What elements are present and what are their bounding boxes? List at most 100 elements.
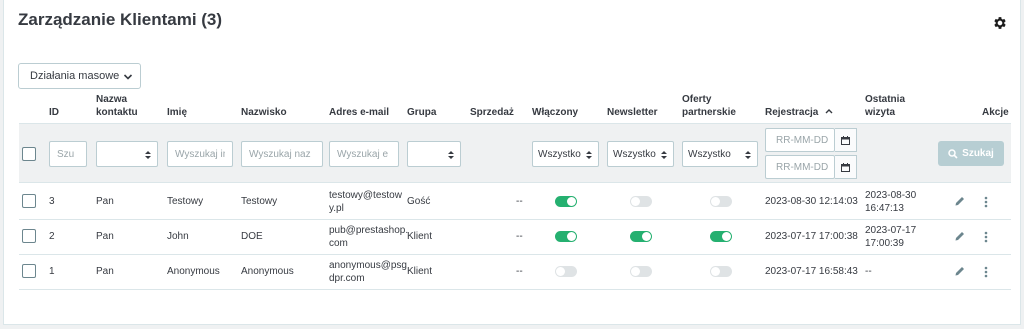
cell-email: testowy@testow y.pl — [329, 189, 402, 215]
filter-id-input[interactable] — [49, 141, 87, 167]
column-header-enabled[interactable]: Włączony — [532, 106, 578, 119]
column-header-group[interactable]: Grupa — [407, 106, 436, 119]
cell-last-visit-line1: -- — [865, 266, 872, 277]
newsletter-toggle[interactable] — [630, 231, 652, 242]
edit-icon[interactable] — [954, 229, 966, 247]
enabled-toggle[interactable] — [555, 196, 577, 207]
column-header-id[interactable]: ID — [49, 106, 59, 119]
filter-group-select[interactable] — [407, 141, 461, 167]
gear-icon[interactable] — [992, 15, 1008, 31]
calendar-from-button[interactable] — [835, 128, 857, 152]
edit-icon[interactable] — [954, 264, 966, 282]
filter-partner-offers-select[interactable]: Wszystko — [682, 141, 758, 167]
cell-first-name: Anonymous — [167, 266, 220, 277]
filter-email-input[interactable] — [329, 141, 399, 167]
enabled-toggle[interactable] — [555, 231, 577, 242]
cell-registration: 2023-08-30 12:14:03 — [765, 196, 858, 207]
cell-last-name: Testowy — [241, 196, 278, 207]
cell-registration: 2023-07-17 16:58:43 — [765, 266, 858, 277]
column-header-contact-name-line2: kontaktu — [96, 107, 138, 118]
cell-id: 3 — [49, 196, 55, 207]
column-header-contact-name-line1: Nazwa — [96, 94, 128, 105]
more-actions-icon[interactable] — [984, 195, 988, 213]
cell-first-name: Testowy — [167, 196, 204, 207]
filter-partner-offers-value: Wszystko — [688, 148, 731, 160]
filter-date-from-input[interactable]: RR-MM-DD — [765, 128, 835, 152]
cell-email-line1: anonymous@psg — [329, 260, 407, 271]
cell-email-line2: y.pl — [329, 203, 344, 214]
cell-id: 2 — [49, 231, 55, 242]
search-button-label: Szukaj — [962, 148, 994, 159]
newsletter-toggle[interactable] — [630, 196, 652, 207]
filter-enabled-value: Wszystko — [538, 148, 581, 160]
cell-group: Gość — [407, 196, 431, 207]
cell-group: Klient — [407, 266, 433, 277]
row-divider — [19, 219, 1011, 220]
filter-contact-name-select[interactable] — [96, 141, 158, 167]
select-all-checkbox[interactable] — [22, 147, 36, 161]
chevron-down-icon — [123, 74, 133, 80]
filter-date-to-input[interactable]: RR-MM-DD — [765, 155, 835, 179]
cell-last-name: DOE — [241, 231, 263, 242]
column-header-partner-offers[interactable]: Oferty partnerskie — [682, 93, 736, 119]
row-checkbox[interactable] — [22, 194, 36, 208]
search-button[interactable]: Szukaj — [938, 141, 1004, 166]
column-header-sales[interactable]: Sprzedaż — [470, 106, 514, 119]
calendar-to-button[interactable] — [835, 155, 857, 179]
cell-contact-name: Pan — [96, 231, 114, 242]
cell-email: anonymous@psg dpr.com — [329, 259, 407, 285]
cell-email-line1: pub@prestashop. — [329, 225, 409, 236]
partner-offers-toggle[interactable] — [710, 231, 732, 242]
column-header-last-visit-line2: wizyta — [865, 107, 896, 118]
cell-last-visit-line1: 2023-08-30 — [865, 190, 917, 201]
column-header-last-visit-line1: Ostatnia — [865, 94, 906, 105]
filter-newsletter-select[interactable]: Wszystko — [607, 141, 674, 167]
column-header-email[interactable]: Adres e-mail — [329, 106, 389, 119]
bulk-actions-label: Działania masowe — [30, 70, 120, 82]
cell-contact-name: Pan — [96, 196, 114, 207]
column-header-contact-name[interactable]: Nazwa kontaktu — [96, 93, 138, 119]
cell-last-visit-line2: 16:47:13 — [865, 203, 904, 214]
partner-offers-toggle[interactable] — [710, 196, 732, 207]
more-actions-icon[interactable] — [984, 265, 988, 283]
column-header-first-name[interactable]: Imię — [167, 106, 187, 119]
column-header-last-visit[interactable]: Ostatnia wizyta — [865, 93, 905, 119]
row-checkbox[interactable] — [22, 229, 36, 243]
filter-enabled-select[interactable]: Wszystko — [532, 141, 599, 167]
filter-first-name-input[interactable] — [167, 141, 233, 167]
column-header-partner-offers-line2: partnerskie — [682, 107, 736, 118]
bulk-actions-button[interactable]: Działania masowe — [18, 63, 141, 89]
row-checkbox[interactable] — [22, 264, 36, 278]
row-divider — [19, 254, 1011, 255]
select-arrows-icon — [448, 151, 454, 159]
column-header-last-name[interactable]: Nazwisko — [241, 106, 287, 119]
column-header-partner-offers-line1: Oferty — [682, 94, 712, 105]
select-arrows-icon — [745, 151, 751, 159]
column-header-registration-label: Rejestracja — [765, 107, 819, 118]
cell-email-line1: testowy@testow — [329, 190, 402, 201]
row-divider — [19, 289, 1011, 290]
partner-offers-toggle[interactable] — [710, 266, 732, 277]
calendar-icon — [841, 162, 850, 172]
cell-last-visit: 2023-07-17 17:00:39 — [865, 224, 916, 250]
cell-last-visit-line2: 17:00:39 — [865, 238, 904, 249]
cell-registration: 2023-07-17 17:00:38 — [765, 231, 858, 242]
page-title: Zarządzanie Klientami (3) — [18, 10, 223, 29]
column-header-registration[interactable]: Rejestracja — [765, 106, 833, 119]
edit-icon[interactable] — [954, 194, 966, 212]
newsletter-toggle[interactable] — [630, 266, 652, 277]
more-actions-icon[interactable] — [984, 230, 988, 248]
cell-email: pub@prestashop. com — [329, 224, 408, 250]
select-arrows-icon — [586, 151, 592, 159]
select-arrows-icon — [145, 151, 151, 159]
cell-last-name: Anonymous — [241, 266, 294, 277]
cell-email-line2: dpr.com — [329, 273, 365, 284]
cell-last-visit-line1: 2023-07-17 — [865, 225, 917, 236]
cell-sales: -- — [516, 196, 523, 207]
filter-last-name-input[interactable] — [241, 141, 323, 167]
cell-sales: -- — [516, 266, 523, 277]
cell-last-visit: -- — [865, 265, 872, 278]
column-header-newsletter[interactable]: Newsletter — [607, 106, 658, 119]
enabled-toggle[interactable] — [555, 266, 577, 277]
cell-last-visit: 2023-08-30 16:47:13 — [865, 189, 916, 215]
